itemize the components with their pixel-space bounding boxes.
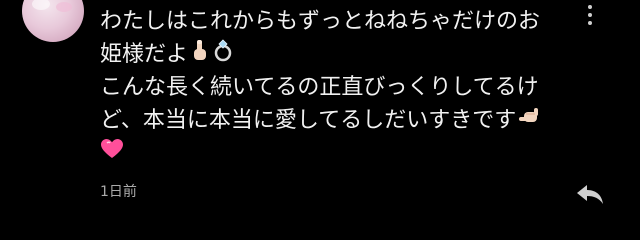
call-me-hand-icon xyxy=(518,104,544,138)
comment-line-2-text: 姫様だよ xyxy=(100,42,189,67)
comment-text: わたしはこれからもずっとねねちゃだけのお 姫様だよ こんな長く続いてるの正直びっ… xyxy=(100,6,570,170)
comment-card: わたしはこれからもずっとねねちゃだけのお 姫様だよ こんな長く続いてるの正直びっ… xyxy=(0,0,640,240)
index-pointing-up-icon xyxy=(190,38,210,72)
comment-line-4-text: ど、本当に本当に愛してるしだいすきです xyxy=(100,108,517,133)
ring-icon xyxy=(212,38,234,72)
avatar[interactable] xyxy=(22,0,84,42)
comment-line-2: 姫様だよ xyxy=(100,38,570,72)
more-options-button[interactable] xyxy=(580,0,600,30)
heart-icon xyxy=(100,138,124,170)
comment-timestamp: 1日前 xyxy=(100,184,137,200)
comment-line-1: わたしはこれからもずっとねねちゃだけのお xyxy=(100,9,541,34)
comment-line-3: こんな長く続いてるの正直びっくりしてるけ xyxy=(100,75,539,100)
more-options-icon xyxy=(588,5,592,9)
comment-line-5 xyxy=(100,138,570,170)
reply-button[interactable] xyxy=(574,180,606,212)
more-options-icon xyxy=(588,21,592,25)
comment-line-4: ど、本当に本当に愛してるしだいすきです xyxy=(100,104,570,138)
more-options-icon xyxy=(588,13,592,17)
reply-icon xyxy=(575,182,605,210)
